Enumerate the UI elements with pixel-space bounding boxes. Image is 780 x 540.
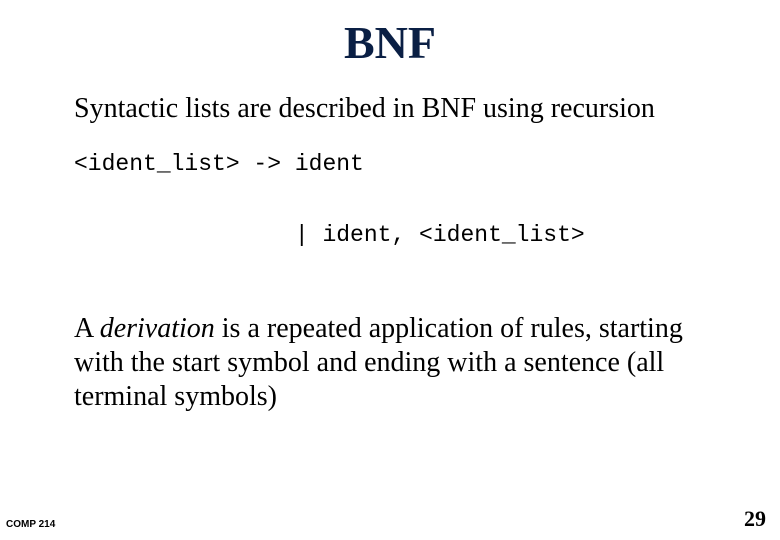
code-line-2: | ident, <ident_list>	[74, 222, 585, 248]
footer-course-code: COMP 214	[6, 519, 55, 530]
derivation-paragraph: A derivation is a repeated application o…	[74, 312, 714, 414]
para2-prefix: A	[74, 313, 100, 344]
para2-italic-term: derivation	[100, 313, 215, 344]
intro-paragraph: Syntactic lists are described in BNF usi…	[74, 92, 714, 125]
bnf-code-block: <ident_list> -> ident | ident, <ident_li…	[74, 147, 714, 254]
slide-body: Syntactic lists are described in BNF usi…	[74, 92, 714, 414]
slide: BNF Syntactic lists are described in BNF…	[0, 0, 780, 540]
footer-page-number: 29	[744, 506, 766, 532]
slide-title: BNF	[0, 16, 780, 69]
code-line-1: <ident_list> -> ident	[74, 151, 364, 177]
